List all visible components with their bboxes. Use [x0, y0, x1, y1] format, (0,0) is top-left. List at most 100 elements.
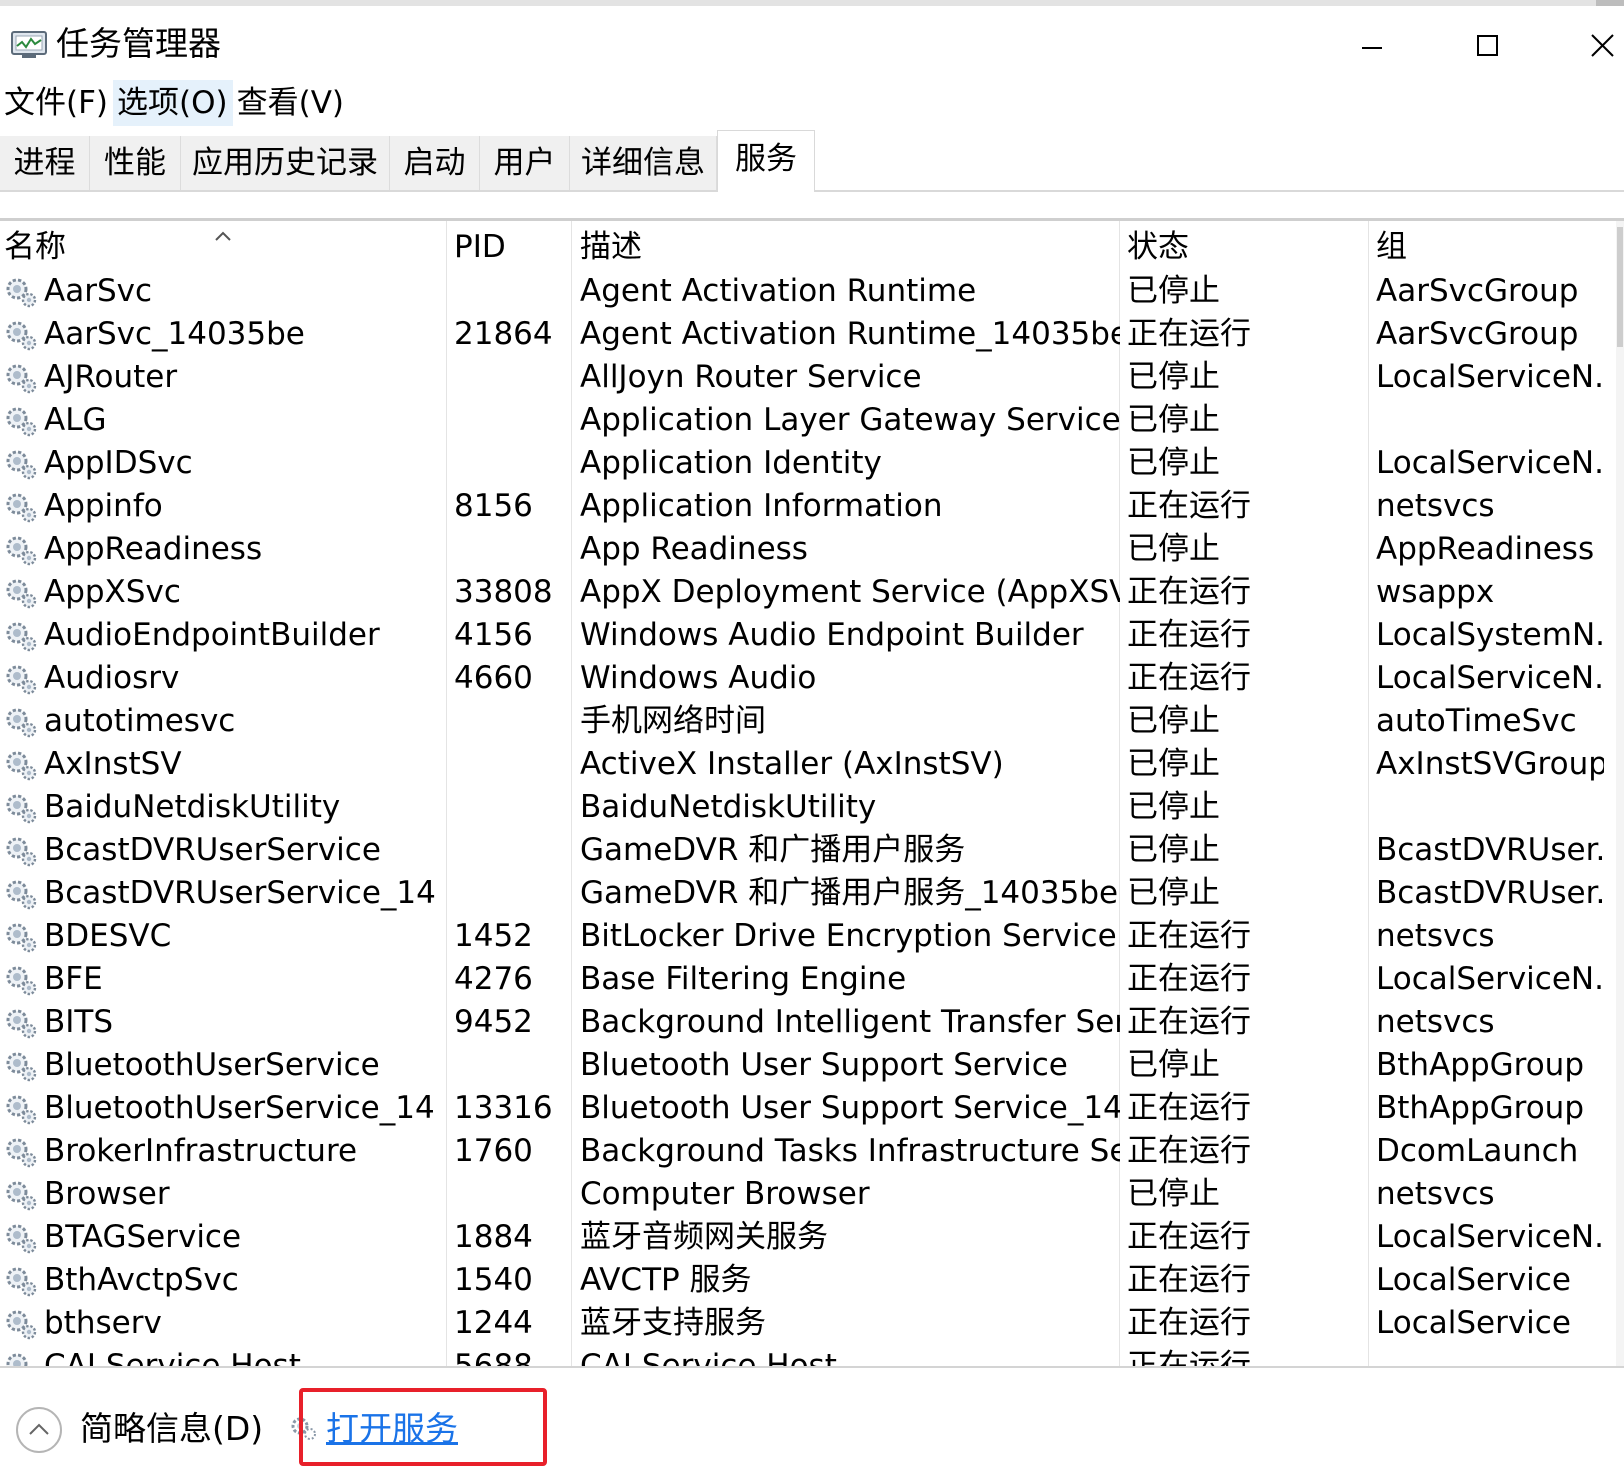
service-description: GameDVR 和广播用户服务 [580, 832, 966, 868]
service-row[interactable]: AxInstSV ActiveX Installer (AxInstSV) 已停止 A… [0, 743, 1610, 786]
column-header-description[interactable]: 描述 [580, 227, 642, 267]
service-row[interactable]: Browser Computer Browser 已停止 netsvcs [0, 1173, 1610, 1216]
tab-details[interactable]: 详细信息 [570, 136, 717, 190]
column-header-group[interactable]: 组 [1376, 227, 1407, 267]
service-gear-icon [6, 536, 37, 566]
service-name: BluetoothUserService_140... [44, 1090, 436, 1126]
service-row[interactable]: Appinfo 8156 Application Information 正在运行 ne… [0, 485, 1610, 528]
service-row[interactable]: BITS 9452 Background Intelligent Transfer … [0, 1001, 1610, 1044]
service-status: 已停止 [1127, 402, 1220, 438]
menu-view[interactable]: 查看(V) [233, 80, 349, 126]
service-row[interactable]: autotimesvc 手机网络时间 已停止 autoTimeSvc [0, 700, 1610, 743]
minimize-button[interactable] [1342, 14, 1402, 74]
service-name: bthserv [44, 1305, 162, 1341]
service-description: Application Information [580, 488, 943, 524]
service-row[interactable]: AudioEndpointBuilder 4156 Windows Audio En… [0, 614, 1610, 657]
scrollbar-thumb[interactable] [1617, 227, 1623, 347]
service-name: BcastDVRUserService [44, 832, 381, 868]
service-row[interactable]: BcastDVRUserService GameDVR 和广播用户服务 已停止 Bca… [0, 829, 1610, 872]
tab-users[interactable]: 用户 [480, 136, 570, 190]
tab-startup[interactable]: 启动 [390, 136, 480, 190]
tab-processes[interactable]: 进程 [0, 136, 90, 190]
service-row[interactable]: AppReadiness App Readiness 已停止 AppReadiness [0, 528, 1610, 571]
service-row[interactable]: AJRouter AllJoyn Router Service 已停止 LocalSe… [0, 356, 1610, 399]
service-description: Agent Activation Runtime [580, 273, 977, 309]
service-row[interactable]: BrokerInfrastructure 1760 Background Tasks… [0, 1130, 1610, 1173]
service-row[interactable]: BaiduNetdiskUtility BaiduNetdiskUtility 已停… [0, 786, 1610, 829]
service-status: 正在运行 [1127, 918, 1251, 954]
service-status: 正在运行 [1127, 574, 1251, 610]
service-status: 正在运行 [1127, 961, 1251, 997]
service-gear-icon [6, 1009, 37, 1039]
service-description: Bluetooth User Support Service_14... [580, 1090, 1120, 1126]
service-name: BluetoothUserService [44, 1047, 380, 1083]
service-description: App Readiness [580, 531, 808, 567]
service-description: AllJoyn Router Service [580, 359, 922, 395]
service-row[interactable]: BTAGService 1884 蓝牙音频网关服务 正在运行 LocalServiceN… [0, 1216, 1610, 1259]
service-pid: 1884 [454, 1219, 533, 1255]
service-gear-icon [6, 708, 37, 738]
service-status: 正在运行 [1127, 660, 1251, 696]
service-pid: 1452 [454, 918, 533, 954]
service-group: LocalServiceN... [1376, 1219, 1604, 1255]
service-status: 正在运行 [1127, 617, 1251, 653]
tab-services[interactable]: 服务 [717, 130, 815, 192]
service-row[interactable]: AppXSvc 33808 AppX Deployment Service (App… [0, 571, 1610, 614]
service-group: AppReadiness [1376, 531, 1595, 567]
service-row[interactable]: BcastDVRUserService_140... GameDVR 和广播用户服… [0, 872, 1610, 915]
fewer-details-button[interactable]: 简略信息(D) [80, 1406, 263, 1452]
service-group: netsvcs [1376, 918, 1495, 954]
service-row[interactable]: AarSvc_14035be 21864 Agent Activation Runt… [0, 313, 1610, 356]
service-row[interactable]: Audiosrv 4660 Windows Audio 正在运行 LocalServic… [0, 657, 1610, 700]
menu-file[interactable]: 文件(F) [0, 80, 113, 126]
service-description: 手机网络时间 [580, 703, 766, 739]
service-group: autoTimeSvc [1376, 703, 1577, 739]
service-status: 已停止 [1127, 359, 1220, 395]
service-status: 正在运行 [1127, 316, 1251, 352]
service-row[interactable]: BDESVC 1452 BitLocker Drive Encryption Ser… [0, 915, 1610, 958]
tab-performance[interactable]: 性能 [90, 136, 181, 190]
service-pid: 4156 [454, 617, 533, 653]
service-pid: 9452 [454, 1004, 533, 1040]
tab-app-history[interactable]: 应用历史记录 [181, 136, 390, 190]
service-description: BitLocker Drive Encryption Service [580, 918, 1117, 954]
service-row[interactable]: ALG Application Layer Gateway Service 已停止 [0, 399, 1610, 442]
service-name: Browser [44, 1176, 170, 1212]
service-group: LocalService [1376, 1262, 1571, 1298]
service-description: Application Identity [580, 445, 882, 481]
service-status: 已停止 [1127, 789, 1220, 825]
maximize-button[interactable] [1457, 14, 1517, 74]
service-name: BthAvctpSvc [44, 1262, 239, 1298]
service-row[interactable]: BluetoothUserService Bluetooth User Suppo… [0, 1044, 1610, 1087]
service-pid: 13316 [454, 1090, 553, 1126]
service-group: LocalServiceN... [1376, 660, 1604, 696]
service-status: 已停止 [1127, 703, 1220, 739]
service-description: Windows Audio Endpoint Builder [580, 617, 1084, 653]
service-row[interactable]: bthserv 1244 蓝牙支持服务 正在运行 LocalService [0, 1302, 1610, 1345]
menu-bar: 文件(F) 选项(O) 查看(V) [0, 80, 349, 126]
service-group: netsvcs [1376, 488, 1495, 524]
column-header-status[interactable]: 状态 [1127, 227, 1189, 267]
service-status: 正在运行 [1127, 1219, 1251, 1255]
service-pid: 4276 [454, 961, 533, 997]
service-description: Agent Activation Runtime_14035be [580, 316, 1120, 352]
collapse-chevron-up-icon[interactable] [15, 1406, 63, 1454]
service-row[interactable]: BthAvctpSvc 1540 AVCTP 服务 正在运行 LocalService [0, 1259, 1610, 1302]
close-button[interactable] [1573, 14, 1624, 74]
service-row[interactable]: BluetoothUserService_140... 13316 Bluetoot… [0, 1087, 1610, 1130]
menu-options[interactable]: 选项(O) [113, 80, 233, 126]
service-row[interactable]: AppIDSvc Application Identity 已停止 LocalServ… [0, 442, 1610, 485]
service-gear-icon [6, 751, 37, 781]
vertical-scrollbar[interactable] [1616, 221, 1624, 1369]
service-name: AarSvc_14035be [44, 316, 305, 352]
service-gear-icon [6, 1267, 37, 1297]
task-manager-icon [11, 31, 47, 58]
service-row[interactable]: AarSvc Agent Activation Runtime 已停止 AarSvcG… [0, 270, 1610, 313]
service-gear-icon [6, 1310, 37, 1340]
service-name: AJRouter [44, 359, 178, 395]
service-gear-icon [6, 1181, 37, 1211]
column-header-name[interactable]: 名称 [4, 227, 66, 267]
column-header-pid[interactable]: PID [454, 227, 506, 267]
red-highlight-box [299, 1388, 547, 1466]
service-row[interactable]: BFE 4276 Base Filtering Engine 正在运行 LocalSer… [0, 958, 1610, 1001]
